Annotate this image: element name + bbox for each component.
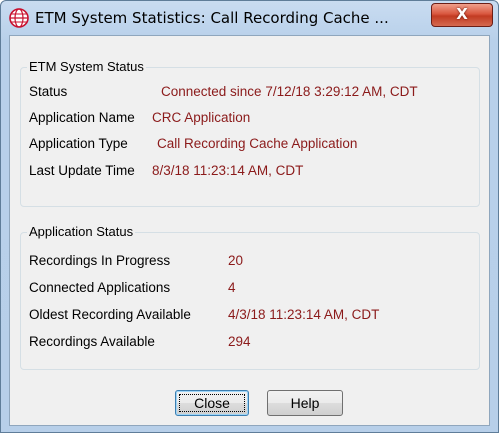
application-name-value: CRC Application <box>152 110 251 125</box>
close-button[interactable]: Close <box>175 390 249 416</box>
application-name-label: Application Name <box>29 110 135 125</box>
application-type-label: Application Type <box>29 136 128 151</box>
status-label: Status <box>29 84 68 99</box>
recordings-in-progress-value: 20 <box>228 253 244 268</box>
close-icon: X <box>456 5 468 23</box>
application-status-group: Application Status Recordings In Progres… <box>20 224 480 370</box>
recordings-available-label: Recordings Available <box>29 334 155 349</box>
focus-rectangle <box>179 394 245 412</box>
last-update-time-label: Last Update Time <box>29 163 135 178</box>
connected-applications-value: 4 <box>228 280 236 295</box>
oldest-recording-value: 4/3/18 11:23:14 AM, CDT <box>228 307 380 322</box>
dialog-client-area: ETM System Status Status Connected since… <box>9 35 490 426</box>
oldest-recording-label: Oldest Recording Available <box>29 307 191 322</box>
application-type-value: Call Recording Cache Application <box>157 136 358 151</box>
title-bar[interactable]: ETM System Statistics: Call Recording Ca… <box>1 1 498 35</box>
application-status-heading: Application Status <box>27 224 136 239</box>
help-button[interactable]: Help <box>267 390 343 416</box>
recordings-available-value: 294 <box>228 334 251 349</box>
connected-applications-label: Connected Applications <box>29 280 171 295</box>
window-close-button[interactable]: X <box>431 3 493 27</box>
etm-system-status-heading: ETM System Status <box>27 59 146 74</box>
recordings-in-progress-label: Recordings In Progress <box>29 253 171 268</box>
help-button-label: Help <box>290 395 320 411</box>
last-update-time-value: 8/3/18 11:23:14 AM, CDT <box>152 163 304 178</box>
window-title: ETM System Statistics: Call Recording Ca… <box>35 9 389 27</box>
etm-system-status-group: ETM System Status Status Connected since… <box>20 59 480 207</box>
dialog-window: ETM System Statistics: Call Recording Ca… <box>0 0 499 433</box>
etm-globe-icon <box>9 8 29 28</box>
status-value: Connected since 7/12/18 3:29:12 AM, CDT <box>161 84 418 99</box>
